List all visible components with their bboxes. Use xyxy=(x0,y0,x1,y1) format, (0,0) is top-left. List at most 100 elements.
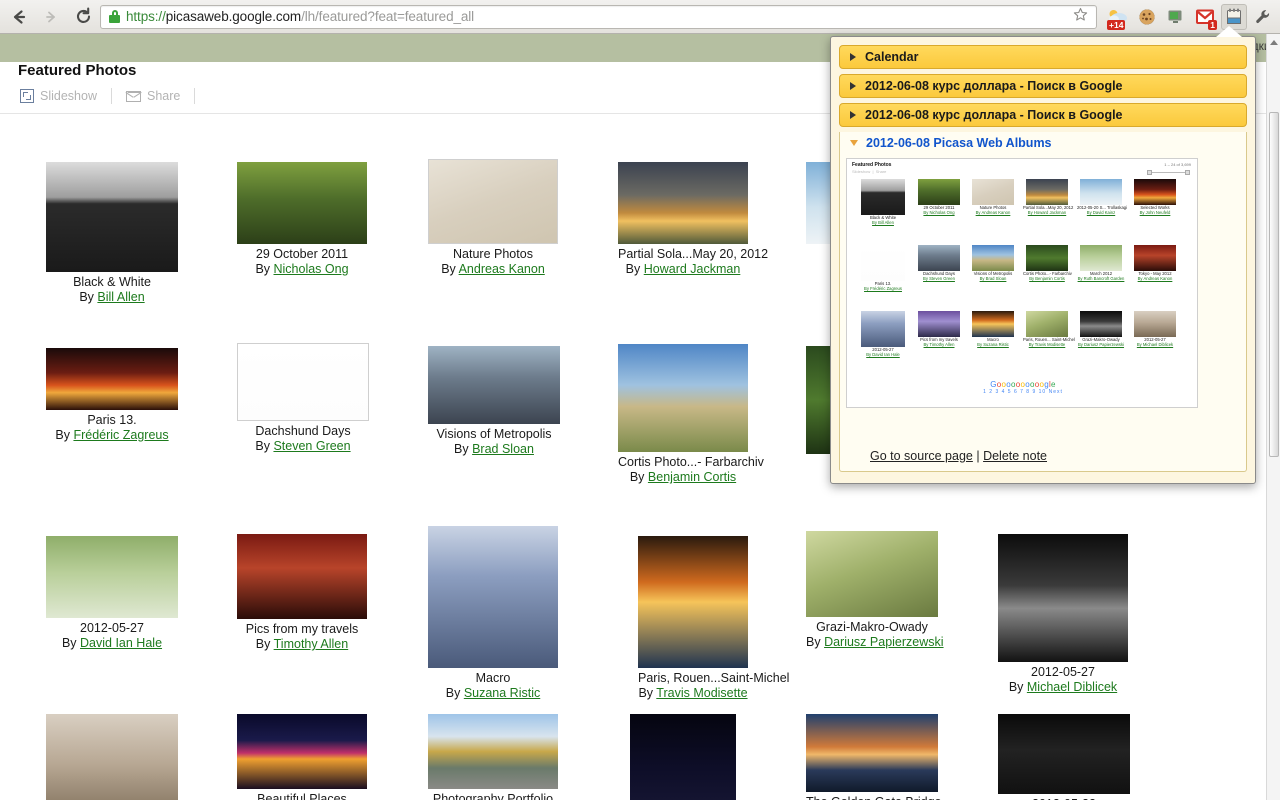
page-scrollbar[interactable] xyxy=(1266,34,1280,800)
photo-cell: Pics from my travels By Timothy Allen xyxy=(237,534,367,652)
photo-thumbnail[interactable] xyxy=(428,346,560,424)
photo-thumbnail[interactable] xyxy=(237,534,367,619)
preview-pagination: Goooooooooogle 1 2 3 4 5 6 7 8 9 10 Next xyxy=(847,380,1197,395)
reload-button[interactable] xyxy=(72,6,94,28)
photo-cell: 2012-05-22By Seiji Yamauchi xyxy=(998,714,1130,800)
back-button[interactable] xyxy=(8,6,30,28)
cookie-icon[interactable] xyxy=(1134,4,1160,30)
note-row-picasa[interactable]: 2012-06-08 Picasa Web Albums xyxy=(840,132,1246,154)
preview-photo-author: By Ruth Bancroft Garden xyxy=(1077,276,1125,281)
preview-title: Featured Photos xyxy=(852,162,892,168)
note-row-search-1[interactable]: 2012-06-08 курс доллара - Поиск в Google xyxy=(839,74,1247,98)
scroll-up-arrow-icon[interactable] xyxy=(1270,40,1278,45)
photo-thumbnail[interactable] xyxy=(806,714,938,792)
note-callout-arrow xyxy=(1216,26,1242,37)
photo-thumbnail[interactable] xyxy=(46,162,178,272)
preview-photo-author: By Travis Modisette xyxy=(1028,342,1066,347)
bookmark-star-icon[interactable] xyxy=(1069,7,1092,27)
toolbar-divider-2 xyxy=(194,88,196,104)
photo-caption: Dachshund Days xyxy=(255,424,351,438)
photo-caption: 2012-05-27 xyxy=(80,621,144,635)
scrollbar-thumb[interactable] xyxy=(1269,112,1279,457)
envelope-icon xyxy=(125,90,141,102)
photo-author-link[interactable]: Benjamin Cortis xyxy=(648,470,736,484)
preview-zoom-slider[interactable] xyxy=(1147,170,1191,175)
photo-author-link[interactable]: Nicholas Ong xyxy=(274,262,349,276)
delete-note-link[interactable]: Delete note xyxy=(983,449,1047,463)
page-title: Featured Photos xyxy=(18,62,137,79)
photo-thumbnail[interactable] xyxy=(46,714,178,800)
go-to-source-link[interactable]: Go to source page xyxy=(870,449,973,463)
preview-photo-thumbnail xyxy=(1134,179,1176,205)
photo-author-link[interactable]: Suzana Ristic xyxy=(464,686,540,700)
photo-thumbnail[interactable] xyxy=(237,714,367,789)
photo-author-link[interactable]: Travis Modisette xyxy=(656,686,747,700)
photo-thumbnail[interactable] xyxy=(428,159,558,244)
preview-page-numbers[interactable]: 1 2 3 4 5 6 7 8 9 10 Next xyxy=(847,389,1197,395)
photo-caption: Grazi-Makro-Owady xyxy=(816,620,928,634)
chevron-right-icon xyxy=(850,82,856,90)
photo-thumbnail[interactable] xyxy=(618,344,748,452)
photo-caption: 29 October 2011 xyxy=(255,247,349,261)
photo-cell: The Golden Gate BridgeBy Joe Azure xyxy=(806,714,942,800)
photo-thumbnail[interactable] xyxy=(46,348,178,410)
browser-toolbar: https://picasaweb.google.com/lh/featured… xyxy=(0,0,1280,34)
photo-author-link[interactable]: David Ian Hale xyxy=(80,636,162,650)
photo-author-link[interactable]: Andreas Kanon xyxy=(459,262,545,276)
photo-caption: Partial Sola...May 20, 2012 xyxy=(618,247,769,261)
address-bar[interactable]: https://picasaweb.google.com/lh/featured… xyxy=(100,4,1097,29)
photo-thumbnail[interactable] xyxy=(428,526,558,668)
preview-photo-author: By David Kainz xyxy=(1086,210,1116,215)
note-screenshot-preview[interactable]: Featured Photos Slideshow | Share 1 – 24… xyxy=(846,158,1198,408)
gmail-icon[interactable]: 1 xyxy=(1192,4,1218,30)
url-text: https://picasaweb.google.com/lh/featured… xyxy=(126,9,474,24)
photo-thumbnail[interactable] xyxy=(630,714,736,800)
photo-author-link[interactable]: Brad Sloan xyxy=(472,442,534,456)
preview-photo-cell: Macro By Suzana Ristic xyxy=(969,311,1017,347)
preview-photo-thumbnail xyxy=(861,311,905,347)
forward-button[interactable] xyxy=(40,6,62,28)
photo-byline: By David Ian Hale xyxy=(61,636,163,650)
preview-photo-thumbnail xyxy=(1026,311,1068,337)
wrench-icon[interactable] xyxy=(1250,4,1276,30)
photo-thumbnail[interactable] xyxy=(638,536,748,668)
photo-thumbnail[interactable] xyxy=(806,531,938,617)
photo-author-link[interactable]: Dariusz Papierzewski xyxy=(824,635,943,649)
monitor-icon[interactable] xyxy=(1163,4,1189,30)
photo-author-link[interactable]: Steven Green xyxy=(273,439,350,453)
photo-author-link[interactable]: Bill Allen xyxy=(97,290,144,304)
preview-photo-cell: 2012-05-27 By Michael Diblicek xyxy=(1131,311,1179,347)
photo-thumbnail[interactable] xyxy=(428,714,558,789)
preview-photo-cell: Black & White By Bill Allen xyxy=(859,179,907,225)
photo-cell xyxy=(630,714,736,800)
note-row-search-2[interactable]: 2012-06-08 курс доллара - Поиск в Google xyxy=(839,103,1247,127)
preview-toolbar: Slideshow | Share xyxy=(852,169,887,174)
photo-cell: Partial Sola...May 20, 2012 By Howard Jac… xyxy=(618,162,769,277)
note-row-label: 2012-06-08 курс доллара - Поиск в Google xyxy=(865,79,1123,93)
photo-author-link[interactable]: Howard Jackman xyxy=(644,262,741,276)
photo-caption: 2012-05-27 xyxy=(1031,665,1095,679)
photo-thumbnail[interactable] xyxy=(618,162,748,244)
photo-cell: Grazi-Makro-Owady By Dariusz Papierzewski xyxy=(806,531,944,650)
photo-author-link[interactable]: Frédéric Zagreus xyxy=(73,428,168,442)
photo-caption: Black & White xyxy=(73,275,151,289)
preview-photo-thumbnail xyxy=(1134,311,1176,337)
photo-thumbnail[interactable] xyxy=(998,714,1130,794)
photo-thumbnail[interactable] xyxy=(237,343,369,421)
photo-author-link[interactable]: Timothy Allen xyxy=(274,637,349,651)
photo-author-link[interactable]: Michael Diblicek xyxy=(1027,680,1117,694)
slideshow-button[interactable]: Slideshow xyxy=(20,89,97,103)
weather-icon[interactable]: +14 xyxy=(1105,4,1131,30)
photo-thumbnail[interactable] xyxy=(998,534,1128,662)
photo-byline: By Frédéric Zagreus xyxy=(55,428,169,442)
photo-caption: Paris, Rouen...Saint-Michel xyxy=(638,671,790,685)
preview-photo-author: By Suzana Ristic xyxy=(977,342,1009,347)
photo-thumbnail[interactable] xyxy=(237,162,367,244)
share-button[interactable]: Share xyxy=(125,89,180,103)
preview-slideshow-label: Slideshow xyxy=(852,169,871,174)
extension-icons: +14 1 xyxy=(1103,3,1280,30)
photo-cell: Nature Photos By Andreas Kanon xyxy=(428,159,558,277)
note-row-calendar[interactable]: Calendar xyxy=(839,45,1247,69)
preview-photo-author: By Dariusz Papierzewski xyxy=(1077,342,1125,347)
photo-thumbnail[interactable] xyxy=(46,536,178,618)
